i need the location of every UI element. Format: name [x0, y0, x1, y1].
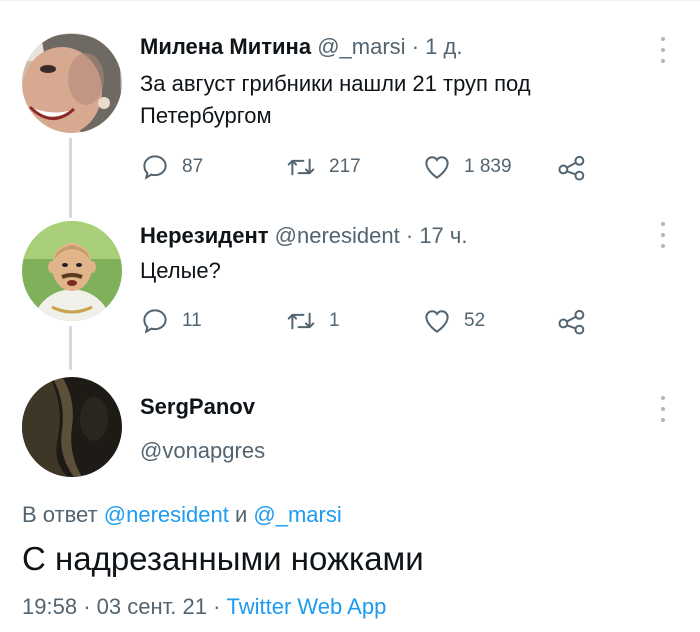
- top-divider: [0, 0, 700, 1]
- share-button[interactable]: [556, 152, 588, 182]
- reply-prefix: В ответ: [22, 502, 98, 527]
- retweet-icon: [287, 158, 315, 176]
- retweet-icon: [287, 312, 315, 330]
- reply-count: 87: [182, 156, 204, 177]
- author-name[interactable]: SergPanov: [140, 394, 255, 419]
- retweet-count: 217: [329, 156, 361, 177]
- like-icon: [425, 156, 449, 179]
- avatar-sergpanov[interactable]: [22, 377, 122, 477]
- author-name[interactable]: Нерезидент: [140, 223, 269, 248]
- share-icon: [558, 155, 585, 181]
- like-count: 1 839: [464, 156, 512, 177]
- tweet-meta: 19:58 · 03 сент. 21 · Twitter Web App: [22, 594, 386, 620]
- reply-count: 11: [182, 310, 202, 331]
- tweet-1-header: Милена Митина @_marsi · 1 д.: [140, 34, 462, 60]
- like-count: 52: [464, 310, 486, 331]
- tweet-2-header: Нерезидент @neresident · 17 ч.: [140, 223, 467, 249]
- main-tweet-text: С надрезанными ножками: [22, 540, 424, 577]
- tweet-date[interactable]: 03 сент. 21: [97, 594, 207, 619]
- share-button[interactable]: [556, 306, 588, 336]
- reply-button[interactable]: 11: [140, 306, 202, 336]
- author-handle[interactable]: @_marsi: [317, 34, 405, 59]
- retweet-button[interactable]: 1: [285, 306, 340, 336]
- reply-and: и: [234, 502, 248, 527]
- reply-button[interactable]: 87: [140, 152, 203, 182]
- thread-connector-2: [69, 326, 72, 370]
- reply-icon: [143, 309, 167, 334]
- avatar-milena[interactable]: [22, 33, 122, 133]
- reply-icon: [143, 155, 167, 180]
- mention-marsi[interactable]: @_marsi: [253, 502, 341, 527]
- tweet-text-line: Петербургом: [140, 103, 272, 128]
- tweet-1-text: За август грибники нашли 21 труп под Пет…: [140, 68, 531, 132]
- tweet-2-text: Целые?: [140, 255, 221, 287]
- tweet-text-line: За август грибники нашли 21 труп под: [140, 71, 531, 96]
- separator: ·: [213, 594, 221, 619]
- tweet-text-line: Целые?: [140, 258, 221, 283]
- like-button[interactable]: 1 839: [422, 152, 512, 182]
- more-icon[interactable]: [660, 37, 666, 63]
- author-name[interactable]: Милена Митина: [140, 34, 311, 59]
- avatar-neresident[interactable]: [22, 221, 122, 321]
- reply-context: В ответ @neresident и @_marsi: [22, 502, 342, 528]
- share-icon: [558, 309, 585, 335]
- retweet-count: 1: [329, 310, 340, 331]
- retweet-button[interactable]: 217: [285, 152, 361, 182]
- author-handle[interactable]: @vonapgres: [140, 438, 265, 464]
- like-button[interactable]: 52: [422, 306, 485, 336]
- tweet-source[interactable]: Twitter Web App: [227, 594, 387, 619]
- timestamp[interactable]: 17 ч.: [419, 223, 467, 248]
- mention-neresident[interactable]: @neresident: [104, 502, 229, 527]
- more-icon[interactable]: [660, 222, 666, 248]
- timestamp[interactable]: 1 д.: [425, 34, 462, 59]
- main-author-name-row: SergPanov: [140, 394, 255, 420]
- separator: ·: [83, 594, 91, 619]
- more-icon[interactable]: [660, 396, 666, 422]
- tweet-time[interactable]: 19:58: [22, 594, 77, 619]
- author-handle[interactable]: @neresident: [275, 223, 400, 248]
- separator: ·: [411, 34, 420, 59]
- thread-connector-1: [69, 138, 72, 218]
- like-icon: [425, 310, 449, 333]
- separator: ·: [405, 223, 414, 248]
